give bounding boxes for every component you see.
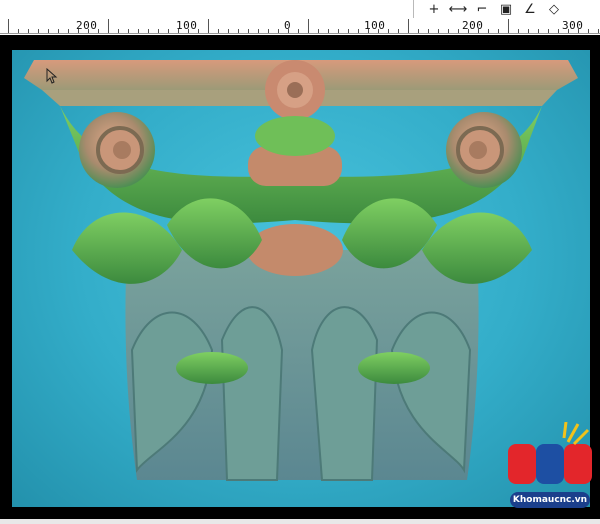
ruler-tick — [498, 29, 499, 33]
ruler-tick — [398, 29, 399, 33]
ruler-tick — [118, 29, 119, 33]
ruler-tick — [78, 29, 79, 33]
render-canvas[interactable] — [12, 50, 590, 507]
ruler-tick — [378, 29, 379, 33]
logo-caption: Khomaucnc.vn — [510, 492, 590, 508]
ruler-tick — [278, 29, 279, 33]
cnc-logo-icon — [508, 421, 592, 484]
left-volute — [79, 112, 155, 188]
box-tool-icon[interactable]: ▣ — [494, 0, 518, 18]
right-volute — [446, 112, 522, 188]
ruler-tick — [158, 29, 159, 33]
ruler-tick — [168, 29, 169, 33]
rosette — [265, 60, 325, 120]
ruler-tick — [268, 29, 269, 33]
ruler-tick — [48, 29, 49, 33]
ruler-tick — [468, 29, 469, 33]
ruler-tick — [208, 19, 209, 33]
ruler-tick — [188, 29, 189, 33]
ruler-tick — [58, 29, 59, 33]
dimension-tool-icon[interactable]: ⟷ — [446, 0, 470, 18]
ruler-tick — [8, 19, 9, 33]
ruler-tick — [248, 29, 249, 33]
step-tool-icon[interactable]: ⌐ — [470, 0, 494, 18]
ruler-tick — [138, 29, 139, 33]
ruler-tick — [448, 29, 449, 33]
ruler-tick — [548, 29, 549, 33]
angle-tool-icon[interactable]: ∠ — [518, 0, 542, 18]
ruler-tick — [358, 29, 359, 33]
ruler-tick — [578, 29, 579, 33]
ruler-tick — [198, 29, 199, 33]
ruler-label: 300 — [562, 19, 584, 32]
ruler-tick — [288, 29, 289, 33]
ruler-tick — [88, 29, 89, 33]
ruler-tick — [348, 29, 349, 33]
watermark-logo: Khomaucnc.vn — [506, 421, 594, 512]
top-toolbar: + ⟷ ⌐ ▣ ∠ ◇ — [0, 0, 600, 18]
ruler-tick — [458, 29, 459, 33]
mouse-cursor-icon — [46, 68, 58, 84]
ruler-tick — [328, 29, 329, 33]
ruler-tick — [28, 29, 29, 33]
ruler-tick — [368, 29, 369, 33]
ruler-tick — [488, 29, 489, 33]
ruler-label: 100 — [176, 19, 198, 32]
ruler-tick — [228, 29, 229, 33]
ruler-tick — [38, 29, 39, 33]
ruler-tick — [98, 29, 99, 33]
ruler-tick — [308, 19, 309, 33]
ruler-tick — [178, 29, 179, 33]
ruler-tick — [148, 29, 149, 33]
ruler-tick — [438, 29, 439, 33]
tool-group: + ⟷ ⌐ ▣ ∠ ◇ — [413, 0, 566, 18]
ruler-tick — [258, 29, 259, 33]
ruler-label: 200 — [76, 19, 98, 32]
ruler-tick — [558, 29, 559, 33]
ruler-tick — [108, 19, 109, 33]
horizontal-ruler: 200 100 0 100 200 300 — [0, 18, 600, 34]
ruler-label: 200 — [462, 19, 484, 32]
ruler-tick — [18, 29, 19, 33]
ruler-tick — [418, 29, 419, 33]
ruler-tick — [428, 29, 429, 33]
ruler-tick — [318, 29, 319, 33]
ruler-tick — [568, 29, 569, 33]
ruler-tick — [68, 29, 69, 33]
ruler-tick — [218, 29, 219, 33]
status-bar — [0, 519, 600, 524]
ruler-tick — [538, 29, 539, 33]
ruler-tick — [478, 29, 479, 33]
ruler-tick — [508, 19, 509, 33]
shape-tool-icon[interactable]: ◇ — [542, 0, 566, 18]
plus-tool-icon[interactable]: + — [422, 0, 446, 18]
ruler-tick — [408, 19, 409, 33]
ruler-tick — [588, 29, 589, 33]
ruler-tick — [338, 29, 339, 33]
ruler-tick — [298, 29, 299, 33]
ruler-tick — [528, 29, 529, 33]
ruler-tick — [598, 29, 599, 33]
ruler-tick — [128, 29, 129, 33]
ruler-tick — [238, 29, 239, 33]
ruler-tick — [518, 29, 519, 33]
corinthian-capital-relief — [24, 60, 578, 481]
ruler-tick — [388, 29, 389, 33]
